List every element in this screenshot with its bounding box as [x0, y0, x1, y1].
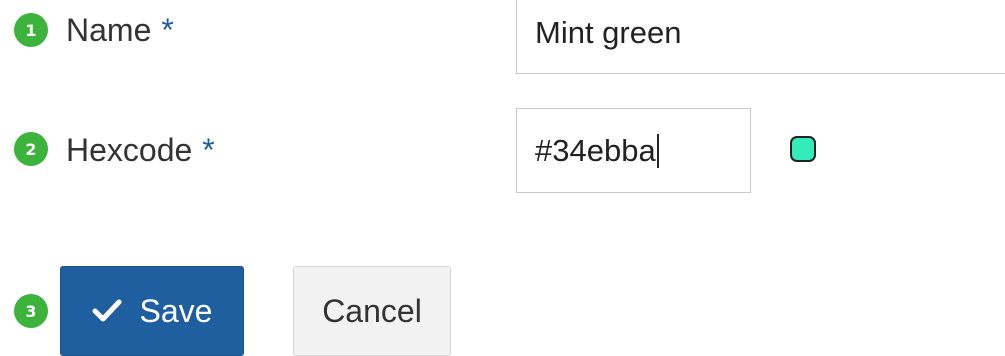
- step-badge-3: 3: [14, 294, 48, 328]
- save-button[interactable]: Save: [60, 266, 244, 356]
- name-required-mark: *: [161, 12, 174, 48]
- cancel-button[interactable]: Cancel: [293, 266, 451, 356]
- color-preview-swatch: [790, 136, 816, 162]
- cancel-button-label: Cancel: [322, 292, 422, 329]
- hexcode-required-mark: *: [202, 132, 215, 168]
- name-label-text: Name: [66, 12, 152, 48]
- name-input-value: Mint green: [535, 15, 682, 50]
- text-caret: [656, 133, 659, 168]
- checkmark-icon: [92, 299, 122, 322]
- step-badge-1: 1: [14, 13, 48, 47]
- hexcode-label-text: Hexcode: [66, 132, 193, 168]
- step-badge-2: 2: [14, 132, 48, 166]
- save-button-label: Save: [139, 292, 213, 329]
- name-label: Name *: [66, 10, 174, 50]
- name-input[interactable]: Mint green: [516, 0, 1005, 74]
- hexcode-input[interactable]: #34ebba: [516, 108, 751, 193]
- hexcode-input-value: #34ebba: [535, 132, 656, 168]
- hexcode-label: Hexcode *: [66, 130, 215, 170]
